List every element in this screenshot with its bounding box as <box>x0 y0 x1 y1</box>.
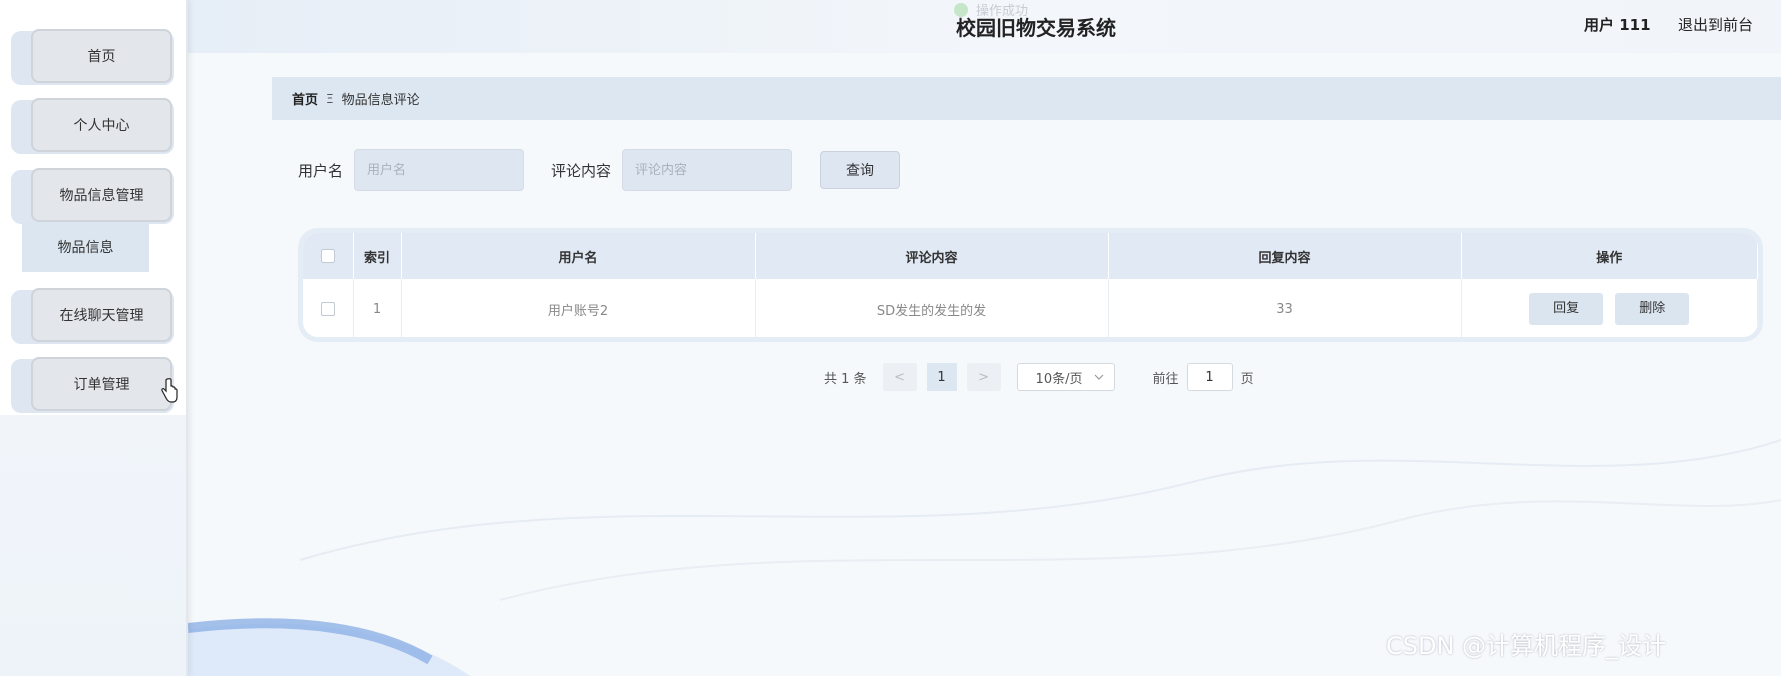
pagination-total: 共 1 条 <box>824 371 867 387</box>
chevron-down-icon <box>1094 374 1103 380</box>
sidebar-item-label: 在线聊天管理 <box>31 288 172 342</box>
sidebar-item-chat-management[interactable]: 在线聊天管理 <box>11 288 174 344</box>
username-label: 用户名 <box>298 162 344 180</box>
cell-actions: 回复 删除 <box>1461 279 1758 337</box>
page-size-value: 10条/页 <box>1035 371 1083 387</box>
system-title: 校园旧物交易系统 <box>956 16 1116 40</box>
table-header-row: 索引 用户名 评论内容 回复内容 操作 <box>303 233 1758 279</box>
prev-page-button[interactable]: < <box>882 363 917 391</box>
table-row: 1 用户账号2 SD发生的发生的发 33 回复 删除 <box>303 279 1758 337</box>
column-header-username: 用户名 <box>401 233 756 279</box>
next-page-button[interactable]: > <box>966 363 1001 391</box>
back-to-frontend-link[interactable]: 退出到前台 <box>1678 14 1753 35</box>
cell-index: 1 <box>353 279 402 337</box>
goto-suffix: 页 <box>1240 371 1254 387</box>
breadcrumb-separator: Ξ <box>326 91 334 106</box>
comment-content-search-input[interactable] <box>622 149 792 191</box>
cell-username: 用户账号2 <box>401 279 756 337</box>
sidebar-item-order-management[interactable]: 订单管理 <box>11 357 174 413</box>
select-all-header <box>303 233 354 279</box>
sidebar-lower-panel <box>0 415 186 676</box>
sidebar-item-home[interactable]: 首页 <box>11 29 174 85</box>
page-size-select[interactable]: 10条/页 <box>1016 363 1115 391</box>
row-checkbox[interactable] <box>320 302 335 316</box>
sidebar-item-label: 首页 <box>31 29 172 83</box>
goto-label: 前往 <box>1152 371 1179 387</box>
sidebar-item-label: 个人中心 <box>31 98 172 152</box>
sidebar-item-label: 物品信息管理 <box>31 168 172 222</box>
sidebar-subitem-item-info[interactable]: 物品信息 <box>22 222 149 272</box>
column-header-comment: 评论内容 <box>755 233 1109 279</box>
username-search-input[interactable] <box>354 149 524 191</box>
hand-cursor-icon <box>161 378 178 403</box>
sidebar: 首页 个人中心 物品信息管理 物品信息 在线聊天管理 订单管理 <box>0 0 188 676</box>
query-button[interactable]: 查询 <box>820 151 900 189</box>
reply-button[interactable]: 回复 <box>1529 293 1604 325</box>
goto-page-input[interactable] <box>1186 363 1233 391</box>
breadcrumb-home[interactable]: 首页 <box>292 89 318 108</box>
sidebar-item-personal-center[interactable]: 个人中心 <box>11 98 174 154</box>
goto-page: 前往 页 <box>1153 363 1254 391</box>
current-user: 用户 111 <box>1584 16 1651 34</box>
page-number-1[interactable]: 1 <box>926 363 957 391</box>
csdn-watermark: CSDN @计算机程序_设计 <box>1386 632 1667 660</box>
cell-comment: SD发生的发生的发 <box>755 279 1109 337</box>
column-header-index: 索引 <box>353 233 402 279</box>
breadcrumb: 首页 Ξ 物品信息评论 <box>272 77 1781 120</box>
sidebar-item-label: 订单管理 <box>31 357 172 411</box>
delete-button[interactable]: 删除 <box>1615 293 1690 325</box>
comment-content-label: 评论内容 <box>551 162 612 180</box>
cell-reply: 33 <box>1108 279 1462 337</box>
column-header-actions: 操作 <box>1461 233 1758 279</box>
sidebar-item-item-info-management[interactable]: 物品信息管理 <box>11 168 174 224</box>
row-select-cell <box>303 279 354 337</box>
comments-table: 索引 用户名 评论内容 回复内容 操作 1 用户账号2 SD发生的发生的发 33… <box>298 228 1763 342</box>
breadcrumb-current: 物品信息评论 <box>341 93 420 108</box>
column-header-reply: 回复内容 <box>1108 233 1462 279</box>
pagination: 共 1 条 < 1 > 10条/页 前往 页 <box>824 363 1254 391</box>
select-all-checkbox[interactable] <box>320 249 335 263</box>
